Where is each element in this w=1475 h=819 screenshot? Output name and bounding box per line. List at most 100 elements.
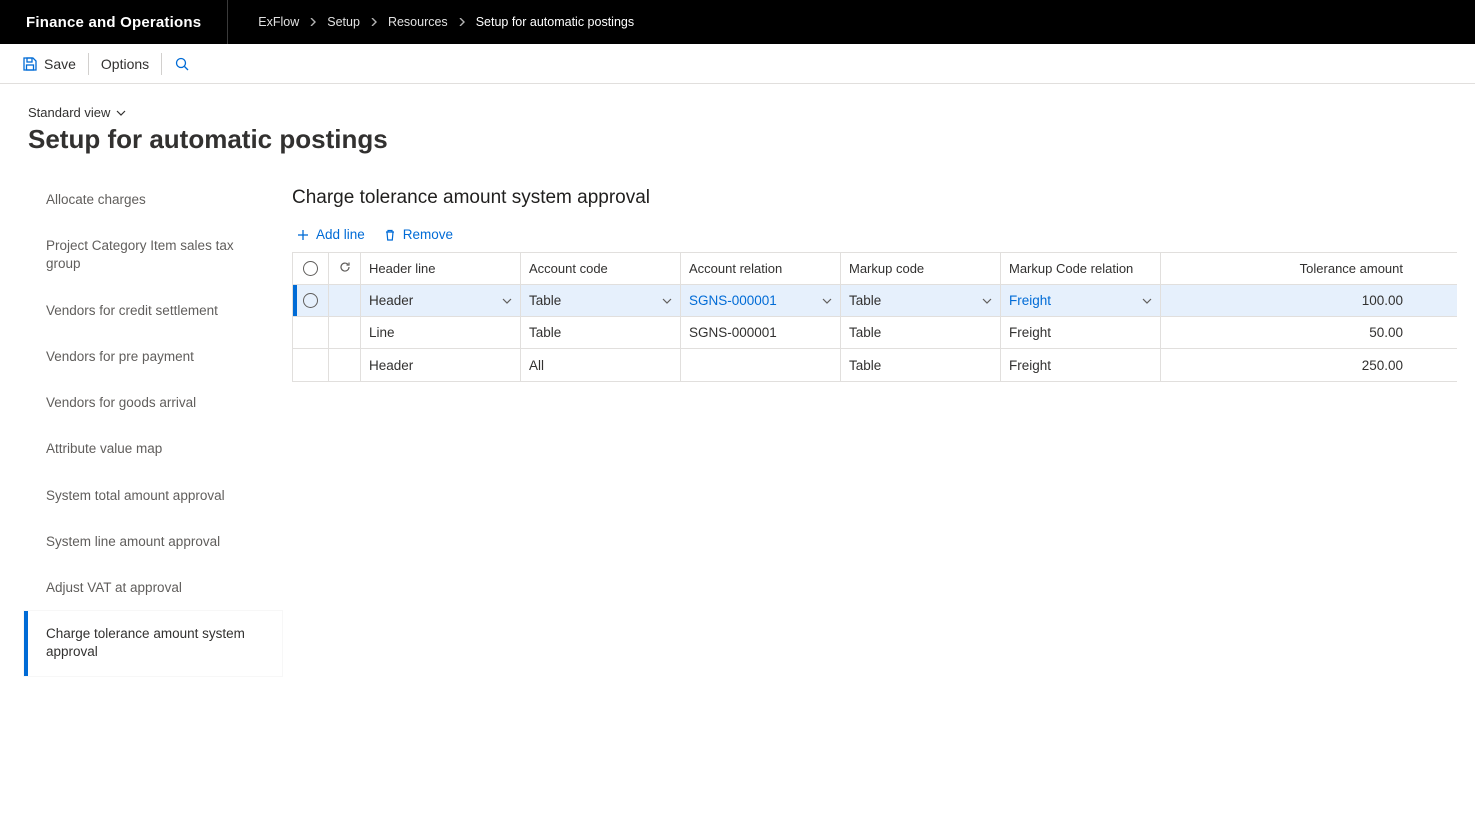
cell-value: Table xyxy=(849,358,881,373)
add-line-button[interactable]: Add line xyxy=(296,227,365,242)
sidebar: Allocate charges Project Category Item s… xyxy=(0,169,282,696)
breadcrumb: ExFlow Setup Resources Setup for automat… xyxy=(228,15,634,29)
grid-toolbar: Add line Remove xyxy=(296,227,1475,242)
cell-value: Table xyxy=(849,325,881,340)
chevron-right-icon xyxy=(309,18,317,26)
cell-markup-code[interactable]: Table xyxy=(841,285,1001,316)
col-label: Markup code xyxy=(849,261,924,276)
cell-account-relation[interactable] xyxy=(681,349,841,381)
cell-account-code[interactable]: Table xyxy=(521,285,681,316)
select-all-checkbox[interactable] xyxy=(293,253,329,284)
sidebar-item-label: Allocate charges xyxy=(46,191,146,209)
options-button[interactable]: Options xyxy=(91,44,159,83)
remove-button[interactable]: Remove xyxy=(383,227,453,242)
chevron-down-icon[interactable] xyxy=(982,298,992,304)
view-selector-label: Standard view xyxy=(28,105,110,120)
sidebar-item-label: System line amount approval xyxy=(46,533,220,551)
table-row[interactable]: Header All Table Freight 250.00 xyxy=(293,349,1457,381)
refresh-column[interactable] xyxy=(329,253,361,284)
cell-value: Header xyxy=(369,293,413,308)
cell-markup-code-relation[interactable]: Freight xyxy=(1001,285,1161,316)
page-header: Standard view Setup for automatic postin… xyxy=(0,84,1475,169)
cell-value: Table xyxy=(849,293,881,308)
cell-value: SGNS-000001 xyxy=(689,325,777,340)
sidebar-item-label: Project Category Item sales tax group xyxy=(46,237,264,273)
cell-header-line[interactable]: Header xyxy=(361,349,521,381)
chevron-down-icon[interactable] xyxy=(662,298,672,304)
separator xyxy=(161,53,162,75)
cell-value: Table xyxy=(529,293,561,308)
section-title: Charge tolerance amount system approval xyxy=(292,187,1475,209)
cell-tolerance-amount[interactable]: 100.00 xyxy=(1161,285,1457,316)
sidebar-item-label: System total amount approval xyxy=(46,487,225,505)
sidebar-item-label: Vendors for pre payment xyxy=(46,348,194,366)
col-header-line[interactable]: Header line xyxy=(361,253,521,284)
col-label: Account relation xyxy=(689,261,782,276)
breadcrumb-item[interactable]: ExFlow xyxy=(258,15,299,29)
col-tolerance-amount[interactable]: Tolerance amount xyxy=(1161,253,1457,284)
col-markup-code-relation[interactable]: Markup Code relation xyxy=(1001,253,1161,284)
cell-value: SGNS-000001 xyxy=(689,293,777,308)
cell-tolerance-amount[interactable]: 50.00 xyxy=(1161,317,1457,348)
cell-account-relation[interactable]: SGNS-000001 xyxy=(681,285,841,316)
cell-value: 250.00 xyxy=(1362,358,1403,373)
cell-value: Freight xyxy=(1009,358,1051,373)
breadcrumb-item[interactable]: Setup xyxy=(327,15,360,29)
cell-value: Header xyxy=(369,358,413,373)
cell-value: 100.00 xyxy=(1362,293,1403,308)
sidebar-item-vendors-prepayment[interactable]: Vendors for pre payment xyxy=(24,334,282,380)
save-button[interactable]: Save xyxy=(12,44,86,83)
cell-markup-code[interactable]: Table xyxy=(841,349,1001,381)
cell-value: 50.00 xyxy=(1369,325,1403,340)
cell-markup-code-relation[interactable]: Freight xyxy=(1001,317,1161,348)
sidebar-item-label: Charge tolerance amount system approval xyxy=(46,625,264,661)
table-row[interactable]: Header Table SGNS-000001 Table Freight 1… xyxy=(293,285,1457,317)
row-select[interactable] xyxy=(293,317,329,348)
cell-header-line[interactable]: Header xyxy=(361,285,521,316)
sidebar-item-adjust-vat[interactable]: Adjust VAT at approval xyxy=(24,565,282,611)
circle-icon xyxy=(303,261,318,276)
add-line-label: Add line xyxy=(316,227,365,242)
app-title-wrap: Finance and Operations xyxy=(0,0,228,44)
breadcrumb-item[interactable]: Resources xyxy=(388,15,448,29)
row-select[interactable] xyxy=(293,349,329,381)
cell-value: Table xyxy=(529,325,561,340)
sidebar-item-project-category[interactable]: Project Category Item sales tax group xyxy=(24,223,282,287)
chevron-down-icon[interactable] xyxy=(1142,298,1152,304)
cell-value: Freight xyxy=(1009,325,1051,340)
col-label: Account code xyxy=(529,261,608,276)
sidebar-item-vendors-credit[interactable]: Vendors for credit settlement xyxy=(24,288,282,334)
cell-markup-code-relation[interactable]: Freight xyxy=(1001,349,1161,381)
view-selector[interactable]: Standard view xyxy=(28,105,126,120)
chevron-down-icon xyxy=(116,110,126,116)
chevron-down-icon[interactable] xyxy=(822,298,832,304)
cell-account-relation[interactable]: SGNS-000001 xyxy=(681,317,841,348)
save-label: Save xyxy=(44,56,76,72)
action-bar: Save Options xyxy=(0,44,1475,84)
circle-icon xyxy=(303,293,318,308)
sidebar-item-system-total-approval[interactable]: System total amount approval xyxy=(24,473,282,519)
sidebar-item-charge-tolerance[interactable]: Charge tolerance amount system approval xyxy=(24,611,282,675)
chevron-right-icon xyxy=(370,18,378,26)
main: Charge tolerance amount system approval … xyxy=(282,169,1475,696)
col-account-code[interactable]: Account code xyxy=(521,253,681,284)
sidebar-item-system-line-approval[interactable]: System line amount approval xyxy=(24,519,282,565)
breadcrumb-item-current[interactable]: Setup for automatic postings xyxy=(476,15,634,29)
cell-header-line[interactable]: Line xyxy=(361,317,521,348)
cell-account-code[interactable]: All xyxy=(521,349,681,381)
chevron-down-icon[interactable] xyxy=(502,298,512,304)
cell-markup-code[interactable]: Table xyxy=(841,317,1001,348)
plus-icon xyxy=(296,228,310,242)
sidebar-item-vendors-goods[interactable]: Vendors for goods arrival xyxy=(24,380,282,426)
sidebar-item-allocate-charges[interactable]: Allocate charges xyxy=(24,177,282,223)
cell-account-code[interactable]: Table xyxy=(521,317,681,348)
body: Allocate charges Project Category Item s… xyxy=(0,169,1475,696)
row-select[interactable] xyxy=(293,285,329,316)
search-button[interactable] xyxy=(164,44,200,83)
col-markup-code[interactable]: Markup code xyxy=(841,253,1001,284)
grid-header: Header line Account code Account relatio… xyxy=(293,253,1457,285)
cell-tolerance-amount[interactable]: 250.00 xyxy=(1161,349,1457,381)
sidebar-item-attribute-value-map[interactable]: Attribute value map xyxy=(24,426,282,472)
col-account-relation[interactable]: Account relation xyxy=(681,253,841,284)
table-row[interactable]: Line Table SGNS-000001 Table Freight 50.… xyxy=(293,317,1457,349)
